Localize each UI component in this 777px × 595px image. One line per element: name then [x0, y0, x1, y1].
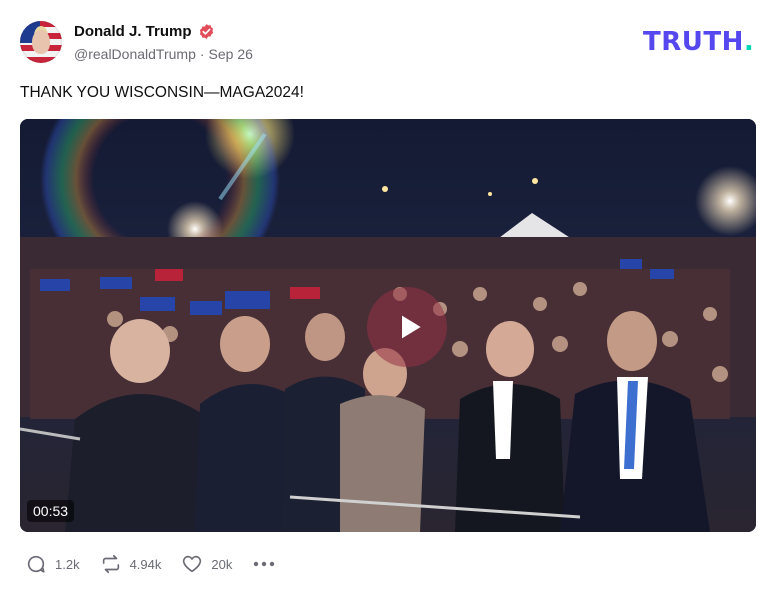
video-player[interactable]: 00:53: [20, 119, 756, 532]
truth-social-logo[interactable]: TRUTH.: [643, 27, 754, 57]
speech-bubble-icon: [27, 555, 45, 573]
post-date[interactable]: Sep 26: [209, 46, 253, 62]
reply-count: 1.2k: [55, 556, 80, 572]
author-name-row: Donald J. Trump: [74, 23, 215, 40]
play-button[interactable]: [367, 287, 447, 367]
logo-text: TRUTH: [643, 27, 744, 57]
post-text: THANK YOU WISCONSIN—MAGA2024!: [20, 84, 304, 101]
like-button[interactable]: 20k: [181, 553, 232, 575]
like-count: 20k: [211, 556, 233, 572]
meta-separator: ·: [199, 46, 205, 62]
verified-badge-icon: [199, 24, 213, 39]
author-handle[interactable]: @realDonaldTrump: [74, 46, 196, 62]
author-meta: @realDonaldTrump · Sep 26: [74, 46, 253, 62]
more-options-button[interactable]: [252, 553, 276, 575]
video-duration: 00:53: [27, 500, 75, 522]
repost-arrows-icon: [102, 554, 119, 574]
author-display-name[interactable]: Donald J. Trump: [74, 23, 192, 40]
retruth-count: 4.94k: [129, 556, 162, 572]
play-icon: [402, 315, 421, 339]
reply-button[interactable]: 1.2k: [25, 553, 80, 575]
truth-post: Donald J. Trump @realDonaldTrump · Sep 2…: [0, 0, 777, 595]
ellipsis-icon: [254, 561, 275, 567]
retruth-button[interactable]: 4.94k: [100, 553, 162, 575]
author-avatar[interactable]: [20, 21, 62, 63]
post-actions: 1.2k 4.94k 20k: [25, 553, 276, 575]
heart-icon: [183, 555, 202, 573]
logo-period: .: [743, 27, 755, 57]
